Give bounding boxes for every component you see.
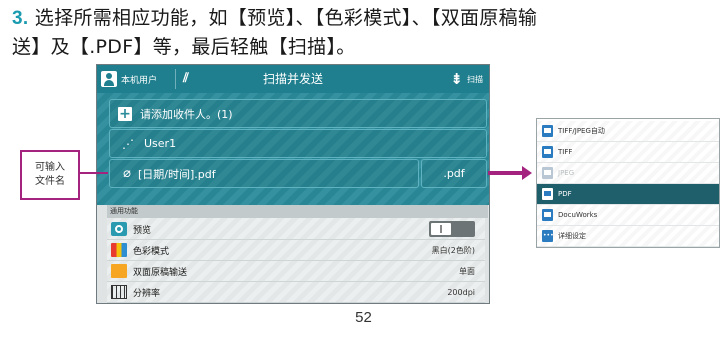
function-row-preview[interactable]: 预览 [107,219,485,240]
function-label: 分辨率 [133,288,161,299]
function-row-color-mode[interactable]: 色彩模式 黑白(2色阶) [107,240,485,261]
plus-icon: + [118,105,132,122]
eye-icon [111,222,127,236]
document-icon [542,125,553,137]
toggle-knob [431,223,451,235]
function-row-duplex[interactable]: 双面原稿输送 单面 [107,261,485,282]
scan-button-label: 扫描 [467,74,483,84]
menu-item-label: PDF [558,190,572,198]
divider [175,69,176,89]
user-label: 本机用户 [121,75,158,86]
document-icon [542,188,553,200]
instruction-line-2: 送】及【.PDF】等，最后轻触【扫描】。 [12,36,356,58]
menu-item-tiff[interactable]: TIFF [537,142,719,163]
menu-item-jpeg: JPEG [537,163,719,184]
filename-field[interactable]: ⌀ [日期/时间].pdf [109,159,419,188]
functions-panel: 通用功能 预览 色彩模式 黑白(2色阶) 双面原稿输送 单面 分辨率 200dp… [107,205,488,303]
pin-icon[interactable]: ⫽ [183,71,199,87]
function-label: 双面原稿输送 [133,267,188,278]
duplex-icon [111,264,127,278]
function-value: 200dpi [447,287,475,297]
function-label: 色彩模式 [133,246,170,257]
share-icon: ⋰ [122,136,134,151]
file-type-value: .pdf [443,167,465,180]
step-number: 3. [12,8,29,29]
functions-header: 通用功能 [107,205,488,218]
add-recipient-label: 请添加收件人。(1) [140,107,233,121]
function-value: 单面 [459,266,475,276]
resolution-icon [111,285,127,299]
document-icon [542,167,553,179]
paperclip-icon: ⌀ [123,166,131,181]
recipient-item[interactable]: ⋰ User1 [109,129,487,158]
callout-line-1: 可输入 [35,162,65,173]
menu-item-docuworks[interactable]: DocuWorks [537,205,719,226]
document-icon [542,209,553,221]
user-icon [101,71,117,87]
menu-item-label: TIFF/JPEG自动 [558,127,605,135]
add-recipient-button[interactable]: + 请添加收件人。(1) [109,99,487,128]
menu-item-label: JPEG [558,169,575,177]
preview-toggle[interactable] [429,221,475,237]
menu-item-pdf[interactable]: PDF [537,184,719,205]
function-label: 预览 [133,225,152,236]
more-icon [542,230,554,242]
instruction-line-1: 3. 选择所需相应功能，如【预览】、【色彩模式】、【双面原稿输 [12,4,717,33]
instruction-line-1-text: 选择所需相应功能，如【预览】、【色彩模式】、【双面原稿输 [34,7,538,29]
callout-connector [78,172,108,174]
scan-button[interactable]: ⇟ 扫描 [450,69,483,89]
function-value: 黑白(2色阶) [431,245,475,255]
callout-line-2: 文件名 [35,176,65,187]
file-type-menu: TIFF/JPEG自动 TIFF JPEG PDF DocuWorks 详细设定 [536,118,720,248]
user-button[interactable]: 本机用户 [101,69,157,89]
recipient-area: + 请添加收件人。(1) ⋰ User1 ⌀ [日期/时间].pdf .pdf [97,93,489,205]
color-mode-icon [111,243,127,257]
menu-item-label: 详细设定 [558,232,586,240]
scan-icon: ⇟ [450,70,463,88]
menu-item-label: TIFF [558,148,573,156]
instruction-text: 3. 选择所需相应功能，如【预览】、【色彩模式】、【双面原稿输 送】及【.PDF… [12,4,717,62]
filename-callout: 可输入 文件名 [20,150,80,200]
menu-item-label: DocuWorks [558,211,598,219]
filename-value: [日期/时间].pdf [138,167,216,181]
recipient-label: User1 [144,137,177,150]
arrow-right-icon [488,166,532,180]
page-number: 52 [355,309,372,326]
function-row-resolution[interactable]: 分辨率 200dpi [107,282,485,303]
menu-item-tiff-jpeg-auto[interactable]: TIFF/JPEG自动 [537,121,719,142]
menu-item-detail-settings[interactable]: 详细设定 [537,226,719,247]
file-type-button[interactable]: .pdf [421,159,487,188]
scan-screen: 本机用户 ⫽ 扫描并发送 ⇟ 扫描 + 请添加收件人。(1) ⋰ User1 ⌀… [96,64,490,304]
top-bar: 本机用户 ⫽ 扫描并发送 ⇟ 扫描 [97,65,489,93]
document-icon [542,146,553,158]
